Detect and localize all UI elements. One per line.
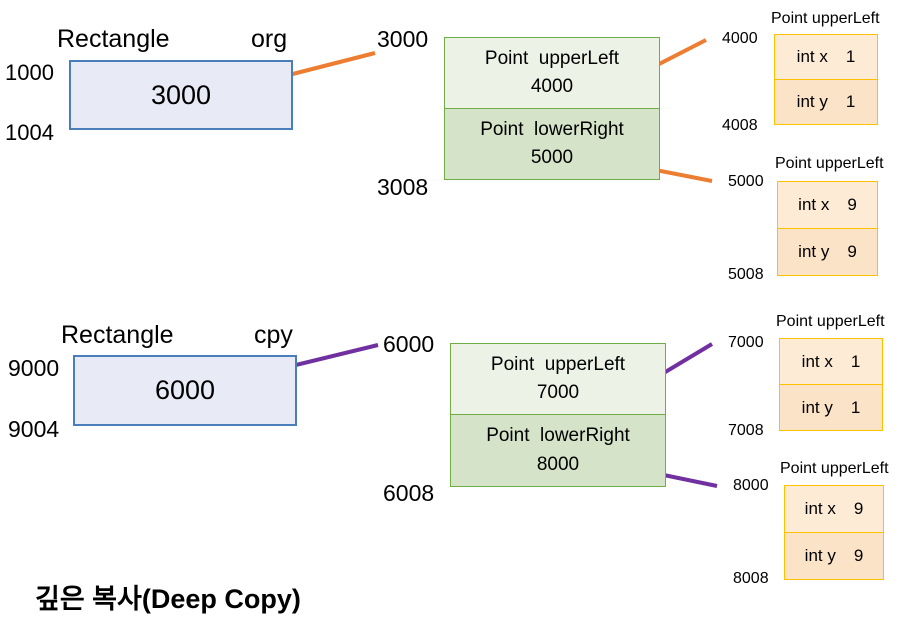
- cpy-point2-y-label: int y: [804, 546, 836, 565]
- org-upperleft-value: 4000: [530, 76, 574, 97]
- cpy-point1-title: Point upperLeft: [776, 313, 885, 330]
- cpy-point2-y-cell: int y 9: [784, 532, 884, 580]
- cpy-rectangle-box: 6000: [73, 355, 297, 426]
- cpy-point2-title: Point upperLeft: [780, 460, 889, 477]
- org-point1-addr-bottom: 4008: [722, 117, 758, 134]
- org-addr-bottom: 1004: [5, 120, 54, 145]
- org-variable-name: org: [251, 25, 288, 53]
- cpy-point1-y-value: 1: [850, 397, 861, 417]
- org-upperleft-label: Point upperLeft: [484, 47, 620, 69]
- cpy-variable-name: cpy: [254, 321, 293, 349]
- org-rectangle-box: 3000: [69, 60, 293, 130]
- cpy-point1-x-label: int x: [801, 351, 833, 371]
- cpy-upperleft-field: Point upperLeft 7000: [450, 343, 666, 415]
- org-point2-x-cell: int x 9: [777, 181, 878, 229]
- org-point2-x-value: 9: [847, 195, 857, 214]
- cpy-point2-x-label: int x: [804, 499, 836, 518]
- cpy-point1-addr-bottom: 7008: [728, 422, 764, 439]
- cpy-rectangle-label: Rectangle: [61, 321, 174, 349]
- cpy-lowerright-field: Point lowerRight 8000: [450, 414, 666, 487]
- org-block-addr-bottom: 3008: [377, 174, 429, 200]
- org-lowerright-label: Point lowerRight: [480, 118, 624, 140]
- org-point1-y-value: 1: [845, 92, 856, 111]
- cpy-point1-y-label: int y: [801, 397, 833, 417]
- org-point1-y-cell: int y 1: [774, 79, 878, 125]
- cpy-addr-bottom: 9004: [8, 416, 60, 442]
- org-point2-y-cell: int y 9: [777, 228, 878, 276]
- org-point1-title: Point upperLeft: [771, 10, 880, 27]
- cpy-point2-x-value: 9: [853, 499, 864, 518]
- org-point2-x-label: int x: [798, 195, 830, 214]
- cpy-block-addr-bottom: 6008: [383, 480, 435, 506]
- org-point2-addr-bottom: 5008: [728, 266, 764, 283]
- org-lowerright-field: Point lowerRight 5000: [444, 108, 660, 180]
- cpy-point2-addr-bottom: 8008: [733, 570, 769, 587]
- org-point2-y-value: 9: [847, 242, 857, 261]
- org-addr-top: 1000: [5, 60, 54, 85]
- cpy-point1-x-value: 1: [850, 351, 861, 371]
- org-point1-x-cell: int x 1: [774, 34, 878, 80]
- cpy-block-addr-top: 6000: [383, 331, 435, 357]
- org-point1-addr-top: 4000: [722, 30, 758, 47]
- org-point2-y-label: int y: [798, 242, 830, 261]
- org-point1-x-label: int x: [796, 47, 828, 66]
- cpy-point1-y-cell: int y 1: [779, 384, 883, 431]
- org-point2-addr-top: 5000: [728, 173, 764, 190]
- org-point1-y-label: int y: [796, 92, 828, 111]
- cpy-point2-x-cell: int x 9: [784, 485, 884, 533]
- cpy-point1-addr-top: 7000: [728, 334, 764, 351]
- cpy-upperleft-value: 7000: [536, 382, 580, 403]
- org-upperleft-field: Point upperLeft 4000: [444, 37, 660, 109]
- cpy-lowerright-value: 8000: [536, 453, 580, 475]
- cpy-upperleft-label: Point upperLeft: [490, 353, 626, 375]
- cpy-point2-addr-top: 8000: [733, 477, 769, 494]
- cpy-point1-x-cell: int x 1: [779, 338, 883, 385]
- cpy-lowerright-label: Point lowerRight: [486, 425, 630, 446]
- diagram-caption: 깊은 복사(Deep Copy): [35, 584, 301, 614]
- cpy-addr-top: 9000: [8, 355, 60, 381]
- org-rectangle-label: Rectangle: [57, 25, 170, 53]
- cpy-pointer-value: 6000: [154, 375, 216, 405]
- cpy-point2-y-value: 9: [853, 546, 864, 565]
- org-point2-title: Point upperLeft: [775, 155, 884, 172]
- org-pointer-value: 3000: [150, 79, 212, 110]
- org-block-addr-top: 3000: [377, 26, 429, 52]
- org-point1-x-value: 1: [845, 47, 856, 66]
- org-lowerright-value: 5000: [530, 147, 574, 168]
